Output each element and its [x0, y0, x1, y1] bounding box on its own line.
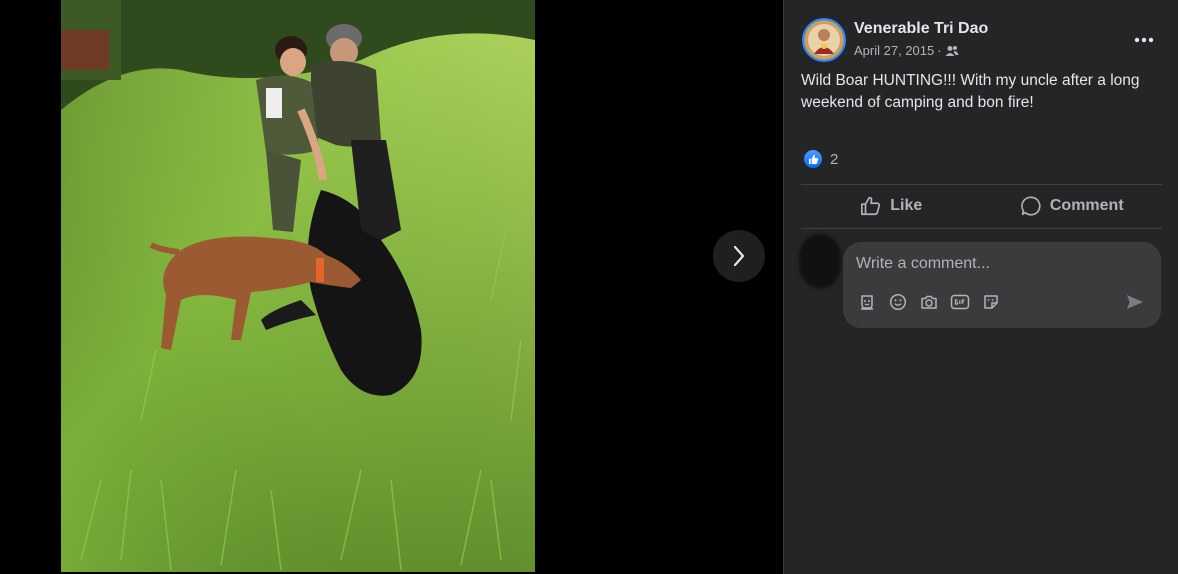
post-meta: April 27, 2015 · [854, 43, 959, 58]
friends-icon[interactable] [945, 45, 959, 57]
reaction-summary[interactable]: 2 [803, 149, 838, 169]
comment-input[interactable] [856, 254, 1136, 274]
comment-label: Comment [1049, 197, 1124, 214]
post-header: Venerable Tri Dao April 27, 2015 · [802, 18, 1162, 64]
meta-separator: · [937, 43, 942, 58]
photo-image [61, 0, 535, 572]
more-options-button[interactable] [1126, 28, 1162, 52]
sticker-icon[interactable] [981, 292, 1001, 312]
post-actions: Like Comment [801, 185, 1162, 227]
post-caption: Wild Boar HUNTING!!! With my uncle after… [801, 72, 1140, 111]
chevron-right-icon [733, 245, 745, 267]
like-button[interactable]: Like [801, 185, 982, 227]
thumbs-up-icon [808, 154, 818, 164]
avatar-sticker-icon[interactable] [857, 292, 877, 312]
composer-tools [857, 292, 1001, 312]
camera-icon[interactable] [919, 292, 939, 312]
avatar-image [804, 20, 844, 60]
send-icon [1127, 295, 1143, 309]
post-date[interactable]: April 27, 2015 [854, 43, 934, 58]
photo-viewer [0, 0, 783, 574]
author-avatar[interactable] [802, 18, 846, 62]
like-reaction-icon [803, 149, 823, 169]
comment-icon [1020, 196, 1041, 216]
more-dots-icon [1134, 37, 1154, 43]
like-icon [861, 196, 881, 216]
comment-button[interactable]: Comment [982, 185, 1163, 227]
divider-bottom [801, 228, 1162, 229]
gif-icon[interactable] [950, 292, 970, 312]
post-panel: Venerable Tri Dao April 27, 2015 · Wild … [783, 0, 1178, 574]
comment-composer [843, 242, 1161, 328]
author-name[interactable]: Venerable Tri Dao [854, 20, 988, 38]
like-label: Like [890, 197, 923, 214]
emoji-icon[interactable] [888, 292, 908, 312]
reaction-count: 2 [830, 150, 839, 168]
next-photo-button[interactable] [713, 230, 765, 282]
send-comment-button[interactable] [1125, 292, 1145, 312]
post-photo[interactable] [61, 0, 535, 572]
current-user-avatar[interactable] [799, 234, 841, 288]
